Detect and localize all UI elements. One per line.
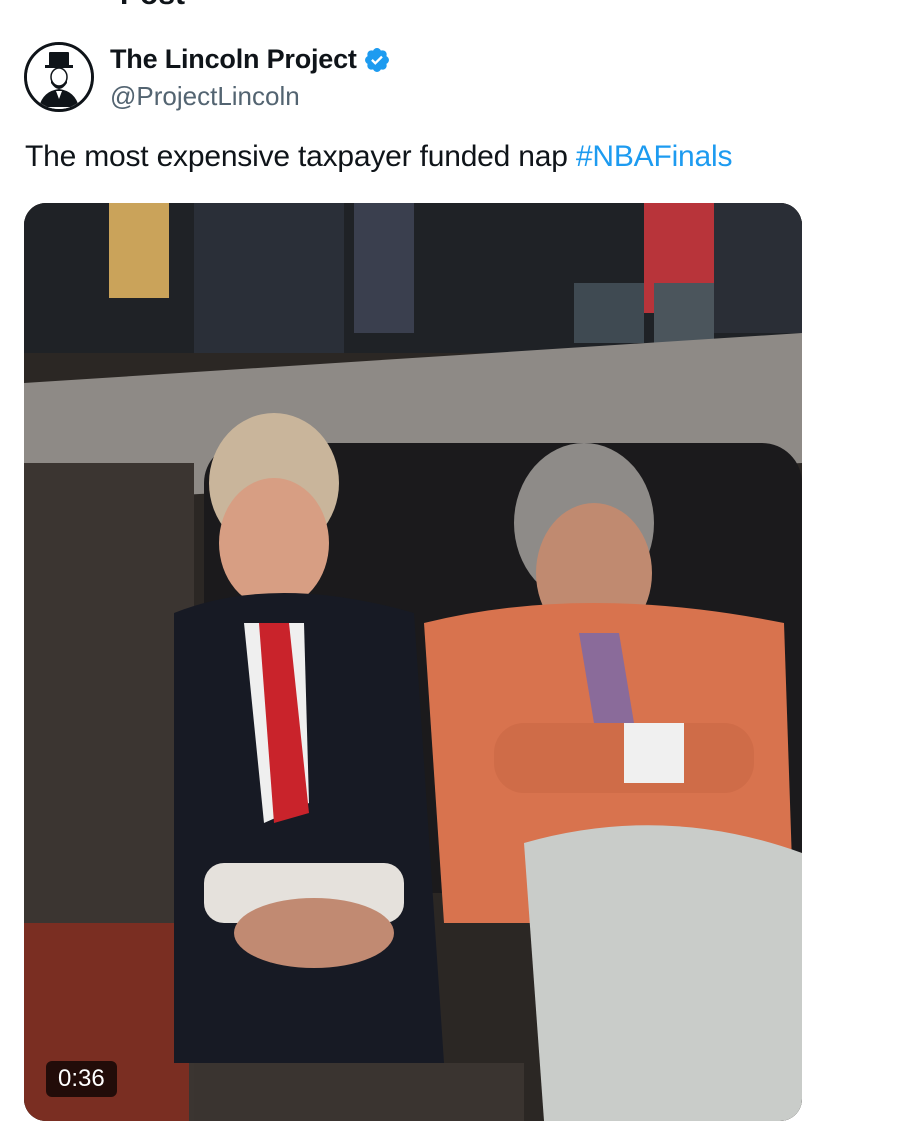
display-name-row: The Lincoln Project	[110, 44, 391, 75]
tweet-text: The most expensive taxpayer funded nap #…	[25, 140, 732, 174]
page-title: Post	[120, 0, 185, 12]
author-header: The Lincoln Project @ProjectLincoln	[24, 42, 391, 112]
video-thumbnail	[24, 203, 802, 1121]
verified-badge-icon[interactable]	[363, 46, 391, 74]
video-duration: 0:36	[46, 1061, 117, 1097]
avatar[interactable]	[24, 42, 94, 112]
display-name[interactable]: The Lincoln Project	[110, 44, 357, 75]
author-names: The Lincoln Project @ProjectLincoln	[110, 44, 391, 112]
author-handle[interactable]: @ProjectLincoln	[110, 81, 391, 112]
lincoln-portrait-icon	[27, 45, 91, 109]
hashtag-link[interactable]: #NBAFinals	[576, 140, 733, 173]
video-player[interactable]: 0:36	[24, 203, 802, 1121]
tweet-body: The most expensive taxpayer funded nap	[25, 140, 576, 173]
post-page: Post The Lincoln Project	[0, 0, 904, 1144]
